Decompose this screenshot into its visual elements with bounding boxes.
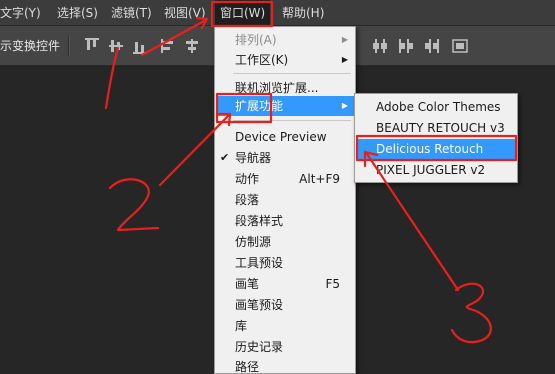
- menu-item-clone-source-label: 仿制源: [235, 235, 272, 249]
- distribute-left-edges-icon[interactable]: [398, 37, 414, 55]
- menu-bar: 文字(Y) 选择(S) 滤镜(T) 视图(V) 窗口(W) 帮助(H): [0, 0, 555, 26]
- menu-item-paragraph-styles-label: 段落样式: [235, 214, 284, 228]
- submenu-item-beauty-retouch[interactable]: BEAUTY RETOUCH v3: [356, 118, 516, 138]
- menu-item-workspace-label: 工作区(K): [235, 53, 289, 67]
- menu-item-navigator-label: 导航器: [235, 151, 272, 165]
- options-divider: [68, 36, 69, 56]
- menu-item-workspace[interactable]: 工作区(K) ▶: [216, 50, 354, 70]
- menu-item-tool-presets-label: 工具预设: [235, 256, 284, 270]
- menu-item-brush-shortcut: F5: [325, 277, 340, 291]
- menu-item-device-preview[interactable]: Device Preview: [216, 127, 354, 147]
- menu-item-history[interactable]: 历史记录: [216, 337, 354, 357]
- align-vertical-centers-icon[interactable]: [108, 37, 124, 55]
- menu-window-label: 窗口(W): [220, 6, 266, 20]
- menu-item-device-preview-label: Device Preview: [235, 130, 327, 144]
- menu-item-libraries[interactable]: 库: [216, 316, 354, 336]
- menu-separator: [233, 120, 351, 121]
- menu-item-clone-source[interactable]: 仿制源: [216, 232, 354, 252]
- menu-item-paragraph-styles[interactable]: 段落样式: [216, 211, 354, 231]
- menu-item-paths-label: 路径: [235, 360, 260, 374]
- menu-help[interactable]: 帮助(H): [282, 0, 324, 26]
- menu-filter[interactable]: 滤镜(T): [111, 0, 152, 26]
- menu-item-libraries-label: 库: [235, 319, 248, 333]
- auto-align-layers-icon[interactable]: [452, 37, 468, 55]
- menu-item-paths[interactable]: 路径: [216, 357, 354, 374]
- menu-item-navigator[interactable]: ✔ 导航器: [216, 148, 354, 168]
- align-bottom-edges-icon[interactable]: [132, 37, 148, 55]
- menu-item-brush[interactable]: 画笔 F5: [216, 274, 354, 294]
- submenu-arrow-icon: ▶: [341, 55, 348, 64]
- menu-separator: [233, 73, 351, 74]
- align-left-edges-icon[interactable]: [160, 37, 176, 55]
- menu-item-brush-label: 画笔: [235, 277, 260, 291]
- menu-item-history-label: 历史记录: [235, 340, 284, 354]
- submenu-item-delicious-retouch[interactable]: Delicious Retouch: [356, 139, 516, 159]
- menu-item-actions-shortcut: Alt+F9: [299, 172, 340, 186]
- menu-item-arrange[interactable]: 排列(A) ▶: [216, 30, 354, 50]
- menu-item-tool-presets[interactable]: 工具预设: [216, 253, 354, 273]
- menu-item-actions-label: 动作: [235, 172, 260, 186]
- window-menu-dropdown: 排列(A) ▶ 工作区(K) ▶ 联机浏览扩展... 扩展功能 ▶ Device…: [214, 26, 356, 374]
- submenu-arrow-icon: ▶: [341, 101, 348, 110]
- menu-select[interactable]: 选择(S): [57, 0, 98, 26]
- menu-item-brush-presets[interactable]: 画笔预设: [216, 295, 354, 315]
- submenu-arrow-icon: ▶: [341, 35, 348, 44]
- distribute-horizontal-centers-icon[interactable]: [372, 37, 388, 55]
- submenu-item-pixel-juggler[interactable]: PIXEL JUGGLER v2: [356, 160, 516, 180]
- menu-item-extensions-label: 扩展功能: [235, 99, 284, 113]
- distribute-right-edges-icon[interactable]: [424, 37, 440, 55]
- menu-item-browse-extensions-label: 联机浏览扩展...: [235, 81, 319, 95]
- menu-item-extensions[interactable]: 扩展功能 ▶: [216, 96, 354, 116]
- menu-window[interactable]: 窗口(W): [215, 0, 271, 26]
- menu-item-actions[interactable]: 动作 Alt+F9: [216, 169, 354, 189]
- menu-item-paragraph-label: 段落: [235, 193, 260, 207]
- extensions-submenu: Adobe Color Themes BEAUTY RETOUCH v3 Del…: [354, 93, 518, 183]
- menu-view[interactable]: 视图(V): [164, 0, 206, 26]
- align-horizontal-centers-icon[interactable]: [184, 37, 200, 55]
- menu-item-brush-presets-label: 画笔预设: [235, 298, 284, 312]
- submenu-item-adobe-color-themes[interactable]: Adobe Color Themes: [356, 97, 516, 117]
- align-top-edges-icon[interactable]: [84, 37, 100, 55]
- menu-item-paragraph[interactable]: 段落: [216, 190, 354, 210]
- checkmark-icon: ✔: [220, 151, 230, 164]
- menu-text[interactable]: 文字(Y): [0, 0, 41, 26]
- menu-item-browse-extensions-online[interactable]: 联机浏览扩展...: [216, 78, 354, 98]
- show-transform-controls-label[interactable]: 示变换控件: [0, 26, 60, 66]
- menu-item-arrange-label: 排列(A): [235, 33, 277, 47]
